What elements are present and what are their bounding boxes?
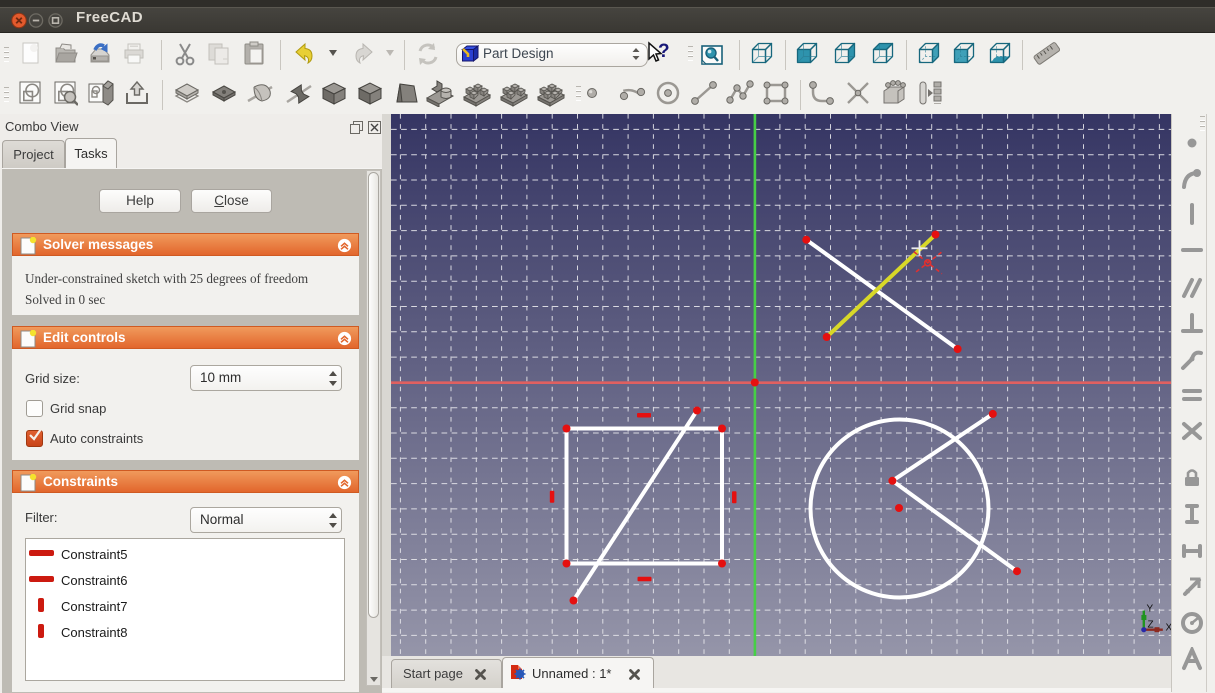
svg-text:?: ? [658,41,670,62]
svg-text:Z: Z [1148,620,1154,631]
svg-text:Y: Y [1147,604,1154,615]
